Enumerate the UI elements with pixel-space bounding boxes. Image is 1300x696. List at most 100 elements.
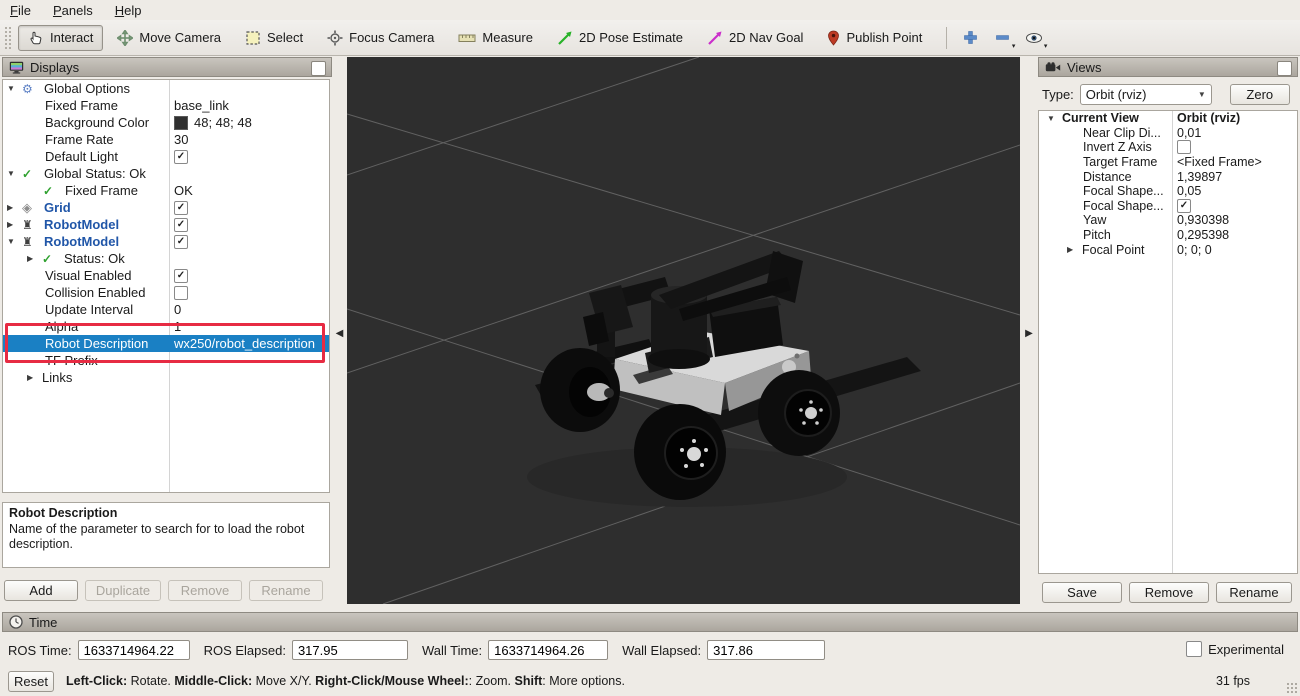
tree-row[interactable]: ▼⚙Global Options xyxy=(3,80,329,97)
tree-row[interactable]: Focal Shape...✓ xyxy=(1039,199,1297,214)
move-camera-tool-button[interactable]: Move Camera xyxy=(107,25,231,51)
checkbox[interactable]: ✓ xyxy=(174,150,188,164)
duplicate-display-button[interactable]: Duplicate xyxy=(85,580,161,601)
add-tool-button[interactable] xyxy=(957,25,983,51)
tree-row[interactable]: TF Prefix xyxy=(3,352,329,369)
tree-row[interactable]: Pitch0,295398 xyxy=(1039,228,1297,243)
nav-goal-tool-button[interactable]: 2D Nav Goal xyxy=(697,25,813,51)
expander-icon[interactable]: ▼ xyxy=(7,237,22,246)
interact-tool-button[interactable]: Interact xyxy=(18,25,103,51)
tree-row[interactable]: Fixed Framebase_link xyxy=(3,97,329,114)
checkbox[interactable] xyxy=(174,286,188,300)
tree-row[interactable]: ▼✓Global Status: Ok xyxy=(3,165,329,182)
publish-point-tool-button[interactable]: Publish Point xyxy=(817,25,932,51)
tree-row[interactable]: ▼♜RobotModel✓ xyxy=(3,233,329,250)
checkbox[interactable]: ✓ xyxy=(174,235,188,249)
visibility-tool-button[interactable]: ▾ xyxy=(1021,25,1047,51)
check-icon: ✓ xyxy=(22,168,44,180)
expander-icon[interactable]: ▶ xyxy=(1067,245,1082,254)
expander-icon[interactable]: ▼ xyxy=(7,84,22,93)
tree-row-value: 0; 0; 0 xyxy=(1172,243,1297,257)
tree-row-label: Robot Description xyxy=(45,336,148,351)
ros-elapsed-input[interactable] xyxy=(292,640,408,660)
tree-row[interactable]: Target Frame<Fixed Frame> xyxy=(1039,155,1297,170)
reset-button[interactable]: Reset xyxy=(8,671,54,692)
tree-row[interactable]: Collision Enabled xyxy=(3,284,329,301)
tree-row[interactable]: Visual Enabled✓ xyxy=(3,267,329,284)
tree-row[interactable]: Yaw0,930398 xyxy=(1039,213,1297,228)
tree-row-value: ✓ xyxy=(1172,199,1297,213)
menu-help[interactable]: Help xyxy=(115,3,142,18)
focus-camera-tool-button[interactable]: Focus Camera xyxy=(317,25,444,51)
time-panel-header[interactable]: Time xyxy=(2,612,1298,632)
tree-row[interactable]: ▶◈Grid✓ xyxy=(3,199,329,216)
expander-icon[interactable]: ▶ xyxy=(27,254,42,263)
tree-row[interactable]: ▶Links xyxy=(3,369,329,386)
wall-elapsed-input[interactable] xyxy=(707,640,825,660)
focus-camera-icon xyxy=(327,30,343,46)
toolbar-grip[interactable] xyxy=(4,26,13,50)
tree-row[interactable]: Near Clip Di...0,01 xyxy=(1039,126,1297,141)
tree-row[interactable]: Background Color48; 48; 48 xyxy=(3,114,329,131)
pose-estimate-tool-button[interactable]: 2D Pose Estimate xyxy=(547,25,693,51)
tree-row[interactable]: ▶♜RobotModel✓ xyxy=(3,216,329,233)
checkbox[interactable]: ✓ xyxy=(1177,199,1191,213)
remove-tool-button[interactable]: ▾ xyxy=(989,25,1015,51)
select-tool-button[interactable]: Select xyxy=(235,25,313,51)
wall-time-input[interactable] xyxy=(488,640,608,660)
panel-float-button[interactable] xyxy=(1277,61,1292,76)
tree-row[interactable]: Update Interval0 xyxy=(3,301,329,318)
checkbox[interactable]: ✓ xyxy=(174,201,188,215)
panel-float-button[interactable] xyxy=(311,61,326,76)
tree-row[interactable]: ▶Focal Point0; 0; 0 xyxy=(1039,242,1297,257)
tree-row-label: Focal Shape... xyxy=(1083,184,1164,198)
tree-row[interactable]: Robot Description wx250/robot_description xyxy=(3,335,329,352)
expander-icon[interactable]: ▶ xyxy=(27,373,42,382)
view-type-select[interactable]: Orbit (rviz) ▼ xyxy=(1080,84,1212,105)
tree-row-value: 48; 48; 48 xyxy=(169,115,329,130)
checkbox[interactable]: ✓ xyxy=(174,218,188,232)
measure-tool-button[interactable]: Measure xyxy=(448,25,543,50)
zero-button[interactable]: Zero xyxy=(1230,84,1290,105)
tree-row[interactable]: Distance1,39897 xyxy=(1039,169,1297,184)
resize-grip[interactable] xyxy=(1286,682,1298,694)
expander-icon[interactable]: ▼ xyxy=(7,169,22,178)
rename-display-button[interactable]: Rename xyxy=(249,580,323,601)
checkbox[interactable]: ✓ xyxy=(174,269,188,283)
time-fields-row: ROS Time: ROS Elapsed: Wall Time: Wall E… xyxy=(8,638,825,662)
tree-row[interactable]: Default Light✓ xyxy=(3,148,329,165)
help-segment: Right-Click/Mouse Wheel: xyxy=(315,674,468,688)
nav-goal-arrow-icon xyxy=(707,30,723,46)
tree-row[interactable]: ✓Fixed FrameOK xyxy=(3,182,329,199)
left-panel-splitter[interactable]: ◀ xyxy=(332,56,347,610)
collapse-right-icon[interactable]: ▶ xyxy=(1025,328,1033,339)
3d-viewport[interactable] xyxy=(347,57,1020,604)
panel-title: Views xyxy=(1067,60,1101,75)
save-view-button[interactable]: Save xyxy=(1042,582,1122,603)
remove-view-button[interactable]: Remove xyxy=(1129,582,1209,603)
tree-row[interactable]: Invert Z Axis xyxy=(1039,140,1297,155)
remove-display-button[interactable]: Remove xyxy=(168,580,242,601)
tree-row[interactable]: Focal Shape...0,05 xyxy=(1039,184,1297,199)
menu-panels[interactable]: Panels xyxy=(53,3,93,18)
checkbox[interactable] xyxy=(1177,140,1191,154)
tree-row[interactable]: ▼Current ViewOrbit (rviz) xyxy=(1039,111,1297,126)
collapse-left-icon[interactable]: ◀ xyxy=(336,328,344,339)
tree-row-value xyxy=(1172,140,1297,154)
add-display-button[interactable]: Add xyxy=(4,580,78,601)
ros-time-label: ROS Time: xyxy=(8,643,72,658)
rename-view-button[interactable]: Rename xyxy=(1216,582,1292,603)
right-panel-splitter[interactable]: ▶ xyxy=(1020,56,1038,610)
expander-icon[interactable]: ▶ xyxy=(7,220,22,229)
tree-row[interactable]: Alpha1 xyxy=(3,318,329,335)
tree-row[interactable]: Frame Rate30 xyxy=(3,131,329,148)
expander-icon[interactable]: ▶ xyxy=(7,203,22,212)
menu-file[interactable]: File xyxy=(10,3,31,18)
experimental-checkbox[interactable] xyxy=(1186,641,1202,657)
ros-time-input[interactable] xyxy=(78,640,190,660)
tree-row-value: wx250/robot_description xyxy=(169,336,329,351)
displays-panel-header[interactable]: Displays xyxy=(2,57,332,77)
tree-row[interactable]: ▶✓Status: Ok xyxy=(3,250,329,267)
views-panel-header[interactable]: Views xyxy=(1038,57,1298,77)
expander-icon[interactable]: ▼ xyxy=(1047,114,1062,123)
